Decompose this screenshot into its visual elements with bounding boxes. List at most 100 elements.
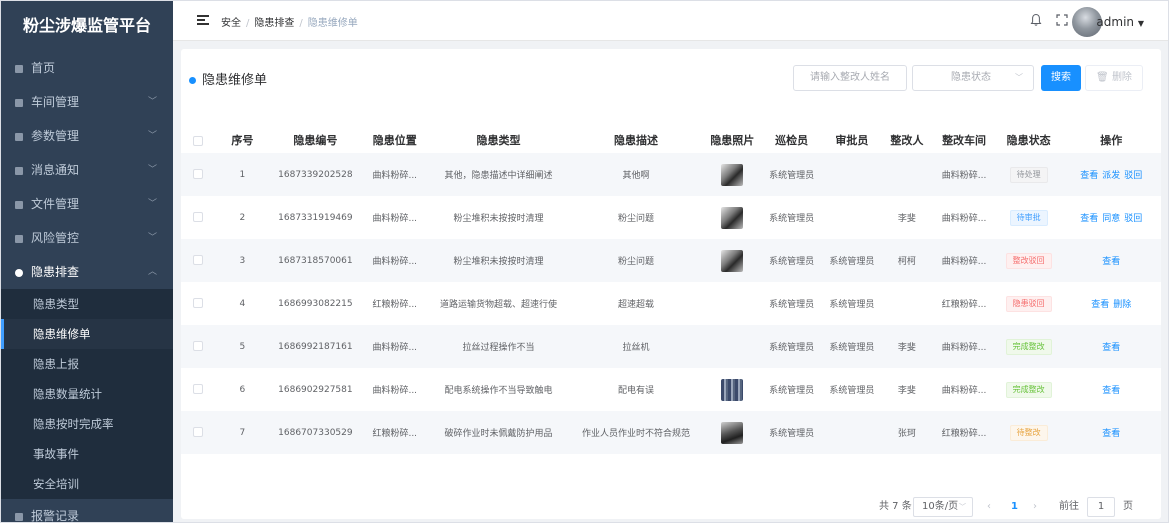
cell-code: 1687331919469	[269, 196, 361, 239]
cell-status: 隐患驳回	[995, 282, 1062, 325]
sidebar-subitem[interactable]: 隐患按时完成率	[1, 409, 173, 439]
cell-photo	[703, 282, 761, 325]
sidebar-item[interactable]: 消息通知 ﹀	[1, 153, 173, 187]
hazard-photo-thumbnail[interactable]	[721, 206, 744, 229]
cell-code: 1686992187161	[269, 325, 361, 368]
breadcrumb-item[interactable]: 隐患排查	[254, 18, 294, 29]
column-header: 巡检员	[760, 127, 823, 153]
cell-workshop: 曲料粉碎...	[932, 153, 996, 196]
search-button[interactable]: 搜索	[1041, 65, 1081, 91]
table-row[interactable]: 4 1686993082215 红粮粉碎... 道路运输货物超载、超速行使 超速超载 系统…	[181, 282, 1161, 325]
cell-code: 1686902927581	[269, 368, 361, 411]
status-badge: 待整改	[1009, 424, 1048, 441]
row-action-link[interactable]: 查看	[1091, 300, 1109, 310]
sidebar-item[interactable]: 参数管理 ﹀	[1, 119, 173, 153]
select-all-header[interactable]	[181, 127, 215, 153]
table-row[interactable]: 5 1686992187161 曲料粉碎... 拉丝过程操作不当 拉丝机 系统管理员 系统管…	[181, 325, 1161, 368]
hazard-photo-thumbnail[interactable]	[721, 163, 744, 186]
app-window: 粉尘涉爆监管平台 首页 车间管理 ﹀ 参数管理 ﹀ 消息通知 ﹀ 文件管理 ﹀ 风险管控 ﹀ 隐患排查…	[0, 0, 1169, 523]
status-select[interactable]: 隐患状态 ﹀	[912, 65, 1034, 91]
row-action-link[interactable]: 驳回	[1124, 171, 1142, 181]
table-row[interactable]: 7 1686707330529 红粮粉碎... 破碎作业时未佩戴防护用品 作业人员作业时…	[181, 411, 1161, 454]
column-header: 隐患位置	[360, 127, 429, 153]
sidebar-item-label: 消息通知	[31, 163, 80, 177]
prev-page-button[interactable]: ‹	[987, 497, 991, 517]
next-page-button[interactable]: ›	[1033, 497, 1037, 517]
row-action-link[interactable]: 查看	[1102, 343, 1120, 353]
sidebar-item[interactable]: 车间管理 ﹀	[1, 85, 173, 119]
row-checkbox[interactable]	[192, 298, 203, 309]
row-checkbox[interactable]	[192, 341, 203, 352]
breadcrumb-item[interactable]: 安全	[221, 18, 241, 29]
cell-actions: 查看 同意 驳回	[1061, 196, 1161, 239]
cell-actions: 查看	[1061, 411, 1161, 454]
column-header: 隐患编号	[269, 127, 361, 153]
row-action-link[interactable]: 驳回	[1124, 214, 1142, 224]
sidebar-subitem[interactable]: 安全培训	[1, 469, 173, 499]
user-menu[interactable]: admin ▼	[1096, 15, 1144, 29]
table-row[interactable]: 6 1686902927581 曲料粉碎... 配电系统操作不当导致触电 配电有误 系统管…	[181, 368, 1161, 411]
cell-approver: 系统管理员	[822, 325, 882, 368]
sidebar-item[interactable]: 文件管理 ﹀	[1, 187, 173, 221]
cell-status: 待整改	[995, 411, 1062, 454]
hazard-photo-thumbnail[interactable]	[721, 421, 744, 444]
username-label: admin	[1096, 15, 1135, 29]
sidebar-subitem[interactable]: 隐患类型	[1, 289, 173, 319]
row-action-link[interactable]: 派发	[1102, 171, 1120, 181]
row-action-link[interactable]: 同意	[1102, 214, 1120, 224]
cell-no: 3	[214, 239, 270, 282]
row-checkbox[interactable]	[192, 427, 203, 438]
sidebar: 粉尘涉爆监管平台 首页 车间管理 ﹀ 参数管理 ﹀ 消息通知 ﹀ 文件管理 ﹀ 风险管控 ﹀ 隐患排查…	[1, 1, 173, 522]
row-checkbox[interactable]	[192, 169, 203, 180]
cell-inspector: 系统管理员	[760, 325, 823, 368]
cell-workshop: 红粮粉碎...	[932, 411, 996, 454]
page-number[interactable]: 1	[1011, 497, 1018, 517]
cell-approver	[822, 411, 882, 454]
sidebar-subitem[interactable]: 隐患上报	[1, 349, 173, 379]
fullscreen-icon[interactable]	[1056, 13, 1068, 27]
row-action-link[interactable]: 删除	[1113, 300, 1131, 310]
goto-page-input[interactable]: 1	[1087, 497, 1115, 517]
cell-code: 1686707330529	[269, 411, 361, 454]
cell-type: 粉尘堆积未按按时清理	[428, 196, 569, 239]
sidebar-item[interactable]: 隐患排查 ︿	[1, 255, 173, 289]
title-dot-icon	[189, 77, 196, 84]
goto-label: 前往	[1059, 501, 1079, 512]
row-action-link[interactable]: 查看	[1102, 257, 1120, 267]
table-row[interactable]: 3 1687318570061 曲料粉碎... 粉尘堆积未按按时清理 粉尘问题 系统管理员…	[181, 239, 1161, 282]
row-action-link[interactable]: 查看	[1080, 171, 1098, 181]
rectifier-search-input[interactable]: 请输入整改人姓名	[793, 65, 907, 91]
cell-status: 完成整改	[995, 325, 1062, 368]
cell-no: 4	[214, 282, 270, 325]
bell-icon[interactable]	[1030, 13, 1042, 27]
column-header: 隐患状态	[995, 127, 1062, 153]
row-action-link[interactable]: 查看	[1102, 386, 1120, 396]
cell-desc: 作业人员作业时不符合规范	[568, 411, 704, 454]
hamburger-icon[interactable]	[197, 15, 209, 25]
hazard-photo-thumbnail[interactable]	[721, 249, 744, 272]
table-row[interactable]: 1 1687339202528 曲料粉碎... 其他，隐患描述中详细阐述 其他啊 系统管理…	[181, 153, 1161, 196]
cell-photo	[703, 196, 761, 239]
row-checkbox[interactable]	[192, 255, 203, 266]
cell-status: 整改驳回	[995, 239, 1062, 282]
sidebar-item[interactable]: 报警记录	[1, 499, 173, 522]
chevron-down-icon: ﹀	[147, 97, 157, 107]
hazard-photo-thumbnail[interactable]	[721, 378, 744, 401]
select-all-checkbox[interactable]	[192, 135, 203, 146]
row-action-link[interactable]: 查看	[1102, 429, 1120, 439]
row-action-link[interactable]: 查看	[1080, 214, 1098, 224]
sidebar-subitem[interactable]: 隐患维修单	[1, 319, 173, 349]
sidebar-item[interactable]: 风险管控 ﹀	[1, 221, 173, 255]
sidebar-item[interactable]: 首页	[1, 51, 173, 85]
page-size-select[interactable]: 10条/页 ﹀	[913, 497, 973, 517]
sidebar-subitem[interactable]: 隐患数量统计	[1, 379, 173, 409]
delete-button[interactable]: 🗑 删除	[1085, 65, 1143, 91]
sidebar-subitem[interactable]: 事故事件	[1, 439, 173, 469]
row-checkbox[interactable]	[192, 212, 203, 223]
row-select-cell	[181, 153, 215, 196]
table-row[interactable]: 2 1687331919469 曲料粉碎... 粉尘堆积未按按时清理 粉尘问题 系统管理员…	[181, 196, 1161, 239]
cell-type: 破碎作业时未佩戴防护用品	[428, 411, 569, 454]
row-checkbox[interactable]	[192, 384, 203, 395]
breadcrumb-separator: /	[299, 18, 303, 29]
chevron-down-icon: ﹀	[147, 233, 157, 243]
